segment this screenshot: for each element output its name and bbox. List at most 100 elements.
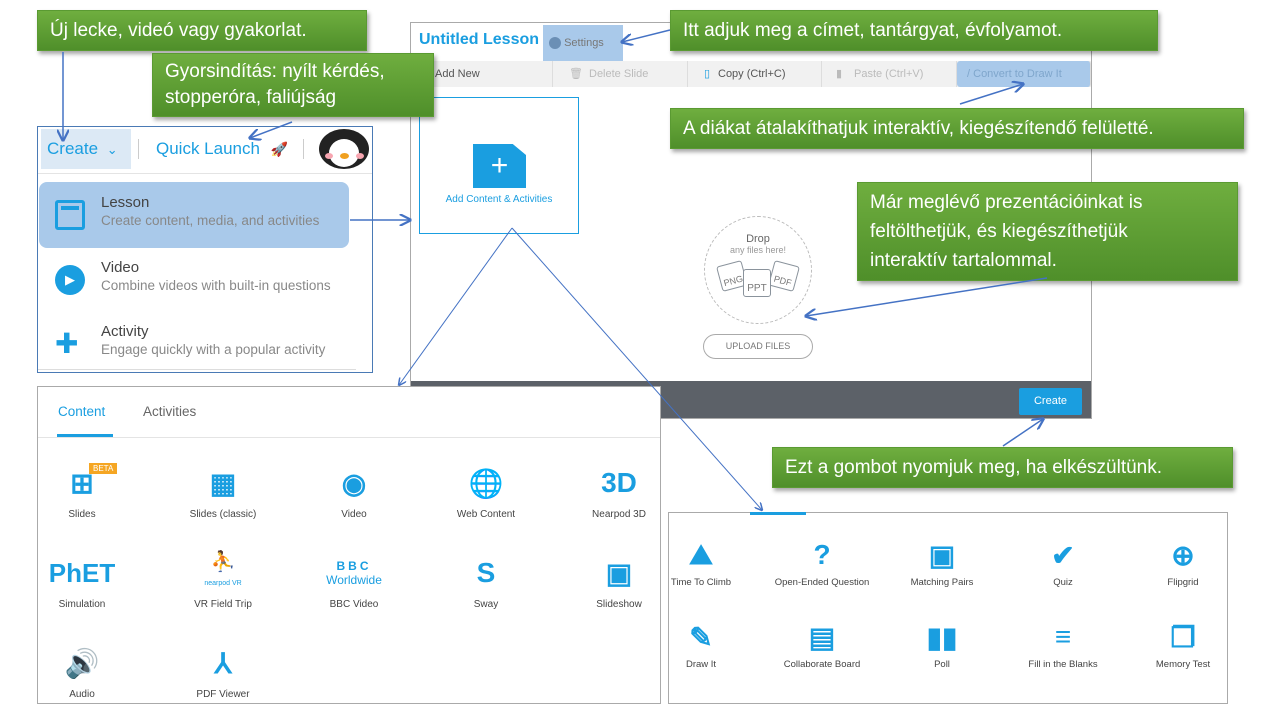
quick-launch-label: Quick Launch bbox=[156, 139, 260, 158]
content-item-label: Audio bbox=[69, 689, 95, 700]
memory-test-icon: ❐ bbox=[1170, 621, 1196, 653]
activity-item[interactable]: ⛰ Time To Climb bbox=[641, 535, 761, 589]
activity-item-label: Matching Pairs bbox=[910, 577, 974, 588]
tab-activities[interactable]: Activities bbox=[143, 404, 196, 419]
poll-icon: ▮▮ bbox=[926, 621, 958, 653]
nearpod-3d-icon: 3D bbox=[601, 467, 637, 498]
quick-launch-button[interactable]: Quick Launch 🚀 bbox=[156, 129, 288, 169]
avatar[interactable] bbox=[319, 129, 369, 169]
activity-item-label: Open-Ended Question bbox=[774, 577, 870, 588]
audio-icon: 🔊 bbox=[64, 647, 100, 679]
fill-blanks-icon: ≡ bbox=[1054, 621, 1072, 652]
label: Add New bbox=[435, 68, 480, 80]
activity-item-label: Draw It bbox=[685, 659, 717, 670]
menu-item-lesson[interactable]: Lesson Create content, media, and activi… bbox=[39, 182, 349, 248]
activity-item-label: Memory Test bbox=[1155, 659, 1211, 670]
settings-label: Settings bbox=[564, 37, 604, 49]
video-icon: ▶ bbox=[55, 265, 85, 295]
activity-item[interactable]: ▤ Collaborate Board bbox=[762, 617, 882, 671]
content-item[interactable]: BBC Worldwide BBC Video bbox=[294, 551, 414, 610]
label: Delete Slide bbox=[589, 68, 649, 80]
callout-line: feltölthetjük, és kiegészíthetjük bbox=[870, 221, 1128, 242]
lesson-icon bbox=[55, 200, 85, 230]
content-item[interactable]: ▦ Slides (classic) bbox=[163, 461, 283, 521]
activity-item[interactable]: ❐ Memory Test bbox=[1123, 617, 1243, 671]
pdf-viewer-icon: ⅄ bbox=[214, 647, 232, 679]
content-item-label: PDF Viewer bbox=[196, 689, 250, 700]
bbc-video-icon: BBC Worldwide bbox=[294, 551, 414, 595]
content-item[interactable]: 3D Nearpod 3D bbox=[559, 461, 679, 520]
active-tab-indicator bbox=[750, 512, 806, 515]
settings-button[interactable]: Settings bbox=[543, 25, 623, 61]
web-content-icon: 🌐 bbox=[468, 467, 504, 499]
tab-content[interactable]: Content bbox=[58, 404, 105, 419]
callout-line: interaktív tartalommal. bbox=[870, 250, 1057, 271]
callout-settings: Itt adjuk meg a címet, tantárgyat, évfol… bbox=[670, 10, 1158, 51]
phet-simulation-icon: PhET bbox=[48, 557, 116, 588]
activity-item[interactable]: ⊕ Flipgrid bbox=[1123, 535, 1243, 589]
copy-button[interactable]: ▯ Copy (Ctrl+C) bbox=[688, 61, 822, 87]
chevron-down-icon: ⌄ bbox=[106, 142, 118, 157]
activity-item-label: Flipgrid bbox=[1167, 577, 1199, 588]
callout-line: stopperóra, faliújság bbox=[165, 87, 337, 108]
activity-item[interactable]: ✔ Quiz bbox=[1003, 535, 1123, 589]
activity-item-label: Fill in the Blanks bbox=[1028, 659, 1098, 670]
drop-title: Drop bbox=[746, 233, 770, 245]
create-label: Create bbox=[47, 139, 99, 158]
activity-item-label: Time To Climb bbox=[670, 577, 732, 588]
menu-item-title: Lesson bbox=[101, 194, 150, 211]
drop-subtitle: any files here! bbox=[729, 245, 787, 255]
activity-item-label: Poll bbox=[934, 659, 950, 670]
content-item-label: VR Field Trip bbox=[194, 599, 252, 610]
content-item[interactable]: 🔊 Audio bbox=[22, 641, 142, 701]
activity-item-label: Quiz bbox=[1053, 577, 1073, 588]
ppt-file-icon: PPT bbox=[743, 269, 771, 297]
menu-item-activity[interactable]: ✚ Activity Engage quickly with a popular… bbox=[39, 311, 349, 377]
add-content-tile[interactable]: + Add Content & Activities bbox=[419, 97, 579, 234]
activity-item[interactable]: ✎ Draw It bbox=[641, 617, 761, 671]
beta-badge: BETA bbox=[89, 463, 118, 474]
clipboard-icon: ▮ bbox=[836, 68, 843, 80]
puzzle-icon: ✚ bbox=[55, 328, 79, 359]
callout-line: Gyorsindítás: nyílt kérdés, bbox=[165, 61, 385, 82]
callout-quick-launch: Gyorsindítás: nyílt kérdés, stopperóra, f… bbox=[152, 53, 434, 117]
vr-field-trip-icon: ⛹ nearpod VR bbox=[204, 551, 242, 587]
collaborate-board-icon: ▤ bbox=[808, 621, 836, 653]
nearpod-vr-logo: nearpod VR bbox=[204, 580, 242, 587]
content-item[interactable]: ⛹ nearpod VR VR Field Trip bbox=[163, 551, 283, 610]
delete-slide-button[interactable]: 🗑 Delete Slide bbox=[553, 61, 688, 87]
content-item-label: Nearpod 3D bbox=[592, 509, 646, 520]
draw-it-icon: ✎ bbox=[689, 621, 713, 653]
activity-item[interactable]: ▣ Matching Pairs bbox=[882, 535, 1002, 589]
drop-zone[interactable]: Drop any files here! PNG PDF PPT bbox=[704, 216, 812, 324]
callout-create-button: Ezt a gombot nyomjuk meg, ha elkészültün… bbox=[772, 447, 1233, 488]
activity-item[interactable]: ▮▮ Poll bbox=[882, 617, 1002, 671]
content-item[interactable]: BETA ⊞ Slides bbox=[22, 461, 142, 520]
quiz-icon: ✔ bbox=[1051, 539, 1075, 571]
content-item[interactable]: PhET Simulation bbox=[22, 551, 142, 611]
sway-icon: S bbox=[476, 557, 496, 588]
content-item-label: Web Content bbox=[456, 509, 516, 520]
content-item[interactable]: S Sway bbox=[426, 551, 546, 610]
trash-icon: 🗑 bbox=[569, 68, 583, 80]
content-item[interactable]: ◉ Video bbox=[294, 461, 414, 521]
menu-item-video[interactable]: ▶ Video Combine videos with built-in que… bbox=[39, 247, 349, 313]
menu-item-title: Video bbox=[101, 259, 140, 276]
toolbar: +Add New 🗑Delete Slide ▯Copy (Ctrl+C) ▮P… bbox=[411, 61, 1091, 87]
callout-line: Már meglévő prezentációinkat is bbox=[870, 192, 1143, 213]
lesson-title[interactable]: Untitled Lesson bbox=[419, 31, 539, 49]
create-button[interactable]: Create bbox=[1019, 388, 1082, 415]
menu-item-subtitle: Engage quickly with a popular activity bbox=[101, 342, 326, 357]
content-item[interactable]: 🌐 Web Content bbox=[426, 461, 546, 521]
paste-button[interactable]: ▮ Paste (Ctrl+V) bbox=[822, 61, 957, 87]
convert-draw-it-button[interactable]: / Convert to Draw It bbox=[957, 61, 1091, 87]
divider bbox=[303, 139, 304, 159]
activity-item[interactable]: ≡ Fill in the Blanks bbox=[1003, 617, 1123, 670]
activity-item[interactable]: ? Open-Ended Question bbox=[762, 535, 882, 588]
create-dropdown-button[interactable]: Create ⌄ bbox=[41, 129, 131, 169]
content-item-label: Simulation bbox=[58, 599, 106, 610]
activities-panel: ⛰ Time To Climb? Open-Ended Question ▣ Match… bbox=[668, 512, 1228, 704]
content-panel: Content Activities BETA ⊞ Slides ▦ Slides (c… bbox=[37, 386, 661, 704]
content-item[interactable]: ⅄ PDF Viewer bbox=[163, 641, 283, 701]
upload-files-button[interactable]: UPLOAD FILES bbox=[703, 334, 813, 359]
